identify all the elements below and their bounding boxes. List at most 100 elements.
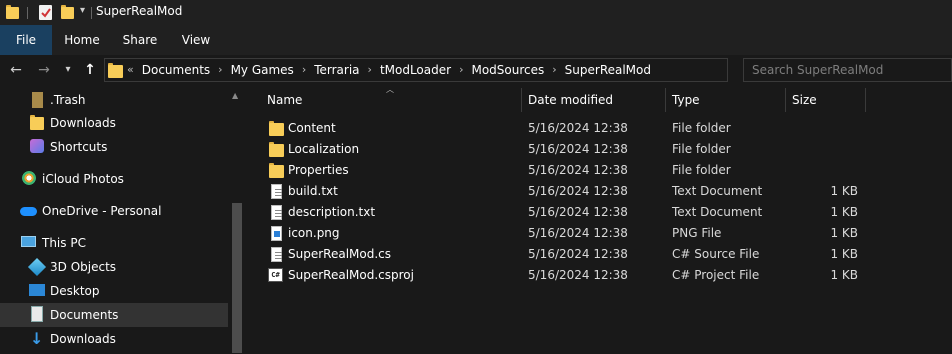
chevron-right-icon[interactable]: › [362,59,378,81]
address-bar[interactable]: « Documents › My Games › Terraria › tMod… [104,58,728,82]
chevron-right-icon[interactable]: › [546,59,562,81]
sidebar-item-label: .Trash [50,93,86,107]
sidebar-item-desktop[interactable]: Desktop [0,279,228,303]
file-date: 5/16/2024 12:38 [528,268,628,282]
file-type: File folder [672,163,731,177]
scrollbar-thumb[interactable] [232,203,242,353]
search-input[interactable]: Search SuperRealMod [743,58,952,82]
breadcrumb-modsources[interactable]: ModSources [469,59,546,81]
file-date: 5/16/2024 12:38 [528,121,628,135]
folder-icon [108,63,123,78]
column-header-size[interactable]: Size [792,85,862,115]
file-type: PNG File [672,226,722,240]
download-arrow-icon: ↓ [30,329,44,348]
new-folder-icon[interactable] [61,5,74,19]
column-divider[interactable] [785,88,786,112]
sidebar-item-downloads-pc[interactable]: ↓ Downloads [0,327,228,351]
sidebar-item-label: OneDrive - Personal [42,204,162,218]
column-divider[interactable] [665,88,666,112]
tab-file[interactable]: File [0,25,52,55]
divider [91,7,92,19]
file-type: File folder [672,121,731,135]
sidebar-item-this-pc[interactable]: This PC [0,231,228,255]
file-name: Localization [288,142,360,156]
csproj-file-icon: C# [268,268,283,282]
breadcrumb: « Documents › My Games › Terraria › tMod… [127,59,653,81]
sidebar-item-icloud-photos[interactable]: iCloud Photos [0,167,228,191]
sidebar-item-3d-objects[interactable]: 3D Objects [0,255,228,279]
column-divider[interactable] [865,88,866,112]
onedrive-icon [20,207,37,216]
up-arrow-icon[interactable]: ↑ [80,59,100,81]
computer-icon [21,236,36,247]
file-row-localization[interactable]: Localization 5/16/2024 12:38 File folder [262,139,952,160]
file-date: 5/16/2024 12:38 [528,247,628,261]
sidebar-item-label: iCloud Photos [42,172,124,186]
file-type: C# Source File [672,247,760,261]
file-row-description-txt[interactable]: description.txt 5/16/2024 12:38 Text Doc… [262,202,952,223]
back-arrow-icon[interactable]: ← [6,59,26,81]
tab-view[interactable]: View [170,25,222,55]
nav-scrollbar[interactable]: ▲ [229,85,245,354]
scroll-up-icon[interactable]: ▲ [232,91,238,100]
file-date: 5/16/2024 12:38 [528,205,628,219]
properties-icon[interactable] [39,5,52,20]
recent-locations-chevron-icon[interactable]: ▾ [60,59,76,81]
window-title: SuperRealMod [96,4,183,18]
breadcrumb-tmodloader[interactable]: tModLoader [378,59,453,81]
navigation-pane: .Trash Downloads Shortcuts iCloud Photos… [0,85,245,354]
tab-home[interactable]: Home [56,25,108,55]
column-divider[interactable] [521,88,522,112]
column-header-type[interactable]: Type [672,85,782,115]
file-name: build.txt [288,184,338,198]
icloud-photos-icon [22,171,36,185]
file-type: File folder [672,142,731,156]
file-row-superrealmod-cs[interactable]: SuperRealMod.cs 5/16/2024 12:38 C# Sourc… [262,244,952,265]
customize-toolbar-chevron-icon[interactable]: ▾ [80,5,85,16]
forward-arrow-icon[interactable]: → [34,59,54,81]
column-header-name[interactable]: Name [267,85,517,115]
3d-objects-icon [27,257,47,277]
sidebar-item-label: Shortcuts [50,140,108,154]
sidebar-item-trash[interactable]: .Trash [0,88,228,112]
folder-icon [30,115,44,130]
chevron-right-icon[interactable]: › [212,59,228,81]
file-name: Content [288,121,336,135]
breadcrumb-superrealmod[interactable]: SuperRealMod [563,59,653,81]
folder-icon [269,163,284,178]
file-date: 5/16/2024 12:38 [528,226,628,240]
file-row-content[interactable]: Content 5/16/2024 12:38 File folder [262,118,952,139]
sidebar-item-label: Documents [50,308,119,322]
sidebar-item-shortcuts[interactable]: Shortcuts [0,135,228,159]
file-row-icon-png[interactable]: icon.png 5/16/2024 12:38 PNG File 1 KB [262,223,952,244]
folder-icon [6,5,19,19]
breadcrumb-my-games[interactable]: My Games [229,59,296,81]
file-row-superrealmod-csproj[interactable]: C# SuperRealMod.csproj 5/16/2024 12:38 C… [262,265,952,286]
text-file-icon [271,184,282,199]
documents-icon [31,306,43,322]
file-type: Text Document [672,184,763,198]
sidebar-item-label: Downloads [50,116,116,130]
breadcrumb-documents[interactable]: Documents [140,59,212,81]
file-name: icon.png [288,226,340,240]
sidebar-item-label: Downloads [50,332,116,346]
column-header-date[interactable]: Date modified [528,85,668,115]
sidebar-item-downloads[interactable]: Downloads [0,111,228,135]
ribbon: File Home Share View [0,25,952,55]
sidebar-item-label: 3D Objects [50,260,117,274]
sidebar-item-onedrive[interactable]: OneDrive - Personal [0,199,228,223]
file-name: Properties [288,163,349,177]
breadcrumb-terraria[interactable]: Terraria [312,59,361,81]
chevron-right-icon[interactable]: › [296,59,312,81]
file-name: SuperRealMod.cs [288,247,392,261]
file-date: 5/16/2024 12:38 [528,184,628,198]
overflow-chevron-icon[interactable]: « [127,59,140,81]
sidebar-item-documents[interactable]: Documents [0,303,228,327]
file-row-build-txt[interactable]: build.txt 5/16/2024 12:38 Text Document … [262,181,952,202]
chevron-right-icon[interactable]: › [453,59,469,81]
sidebar-item-label: Desktop [50,284,100,298]
file-size: 1 KB [830,226,858,240]
tab-share[interactable]: Share [114,25,166,55]
file-row-properties[interactable]: Properties 5/16/2024 12:38 File folder [262,160,952,181]
shortcuts-icon [30,139,44,153]
